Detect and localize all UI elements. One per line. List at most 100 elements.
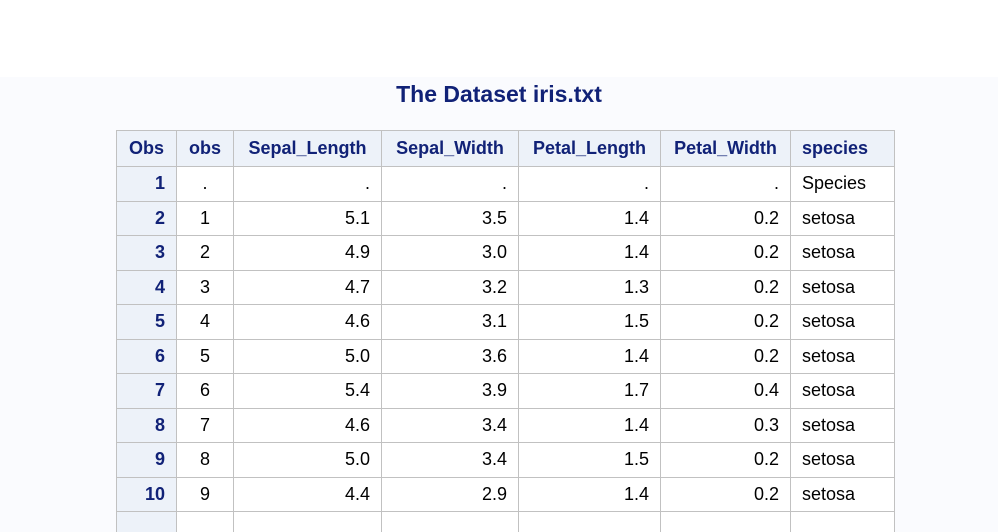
cell-sepal-width: 3.6 xyxy=(381,338,519,374)
cell-obs: 2 xyxy=(176,235,234,271)
cell-obs: 5 xyxy=(176,338,234,374)
cell-species: setosa xyxy=(790,200,895,236)
cell-petal-width: 0.2 xyxy=(660,338,791,374)
cell-sepal-width: 3.2 xyxy=(381,269,519,305)
page-title: The Dataset iris.txt xyxy=(396,81,602,107)
cell-species xyxy=(790,511,895,532)
cell-sepal-length: 5.1 xyxy=(233,200,382,236)
cell-sepal-width: 3.1 xyxy=(381,304,519,340)
table-row: 4 3 4.7 3.2 1.3 0.2 setosa xyxy=(116,269,895,305)
cell-petal-width: . xyxy=(660,166,791,202)
cell-sepal-length: 4.7 xyxy=(233,269,382,305)
cell-species: Species xyxy=(790,166,895,202)
cell-petal-length: 1.4 xyxy=(518,476,661,512)
cell-petal-width: 0.2 xyxy=(660,476,791,512)
cell-species: setosa xyxy=(790,304,895,340)
table-row: 10 9 4.4 2.9 1.4 0.2 setosa xyxy=(116,476,895,512)
cell-sepal-width: 3.0 xyxy=(381,235,519,271)
cell-petal-width: 0.2 xyxy=(660,235,791,271)
table-row: 2 1 5.1 3.5 1.4 0.2 setosa xyxy=(116,200,895,236)
row-obs-number: 5 xyxy=(116,304,177,340)
cell-petal-length xyxy=(518,511,661,532)
cell-sepal-width: 3.5 xyxy=(381,200,519,236)
row-obs-number: 10 xyxy=(116,476,177,512)
row-obs-number: 4 xyxy=(116,269,177,305)
cell-petal-length: 1.4 xyxy=(518,407,661,443)
cell-species: setosa xyxy=(790,373,895,409)
table-row: 7 6 5.4 3.9 1.7 0.4 setosa xyxy=(116,373,895,409)
cell-petal-width: 0.2 xyxy=(660,269,791,305)
report-content: The Dataset iris.txt Obs obs Sepal_Lengt… xyxy=(0,77,998,532)
row-obs-number: 8 xyxy=(116,407,177,443)
cell-sepal-length: 4.6 xyxy=(233,304,382,340)
cell-obs: 9 xyxy=(176,476,234,512)
top-blank-area xyxy=(0,0,998,77)
cell-sepal-length: 5.0 xyxy=(233,442,382,478)
cell-obs: 3 xyxy=(176,269,234,305)
cell-petal-length: 1.4 xyxy=(518,200,661,236)
cell-species: setosa xyxy=(790,442,895,478)
table-row-partial xyxy=(116,511,895,532)
cell-obs: 8 xyxy=(176,442,234,478)
column-header-petal-width: Petal_Width xyxy=(660,130,791,167)
cell-sepal-width: 3.4 xyxy=(381,407,519,443)
column-header-obs-var: obs xyxy=(176,130,234,167)
cell-petal-length: 1.4 xyxy=(518,235,661,271)
table-row: 3 2 4.9 3.0 1.4 0.2 setosa xyxy=(116,235,895,271)
cell-species: setosa xyxy=(790,235,895,271)
cell-sepal-width: 2.9 xyxy=(381,476,519,512)
cell-species: setosa xyxy=(790,407,895,443)
cell-petal-width: 0.2 xyxy=(660,442,791,478)
column-header-sepal-length: Sepal_Length xyxy=(233,130,382,167)
iris-data-table: Obs obs Sepal_Length Sepal_Width Petal_L… xyxy=(116,130,895,532)
row-obs-number xyxy=(116,511,177,532)
cell-sepal-length: 4.4 xyxy=(233,476,382,512)
cell-sepal-length: 4.6 xyxy=(233,407,382,443)
cell-species: setosa xyxy=(790,338,895,374)
table-row: 8 7 4.6 3.4 1.4 0.3 setosa xyxy=(116,407,895,443)
cell-petal-width: 0.2 xyxy=(660,200,791,236)
cell-petal-width xyxy=(660,511,791,532)
cell-sepal-length: . xyxy=(233,166,382,202)
cell-obs: . xyxy=(176,166,234,202)
cell-petal-length: 1.4 xyxy=(518,338,661,374)
cell-petal-length: . xyxy=(518,166,661,202)
cell-petal-width: 0.4 xyxy=(660,373,791,409)
row-obs-number: 7 xyxy=(116,373,177,409)
cell-sepal-width: 3.4 xyxy=(381,442,519,478)
cell-sepal-width xyxy=(381,511,519,532)
table-row: 9 8 5.0 3.4 1.5 0.2 setosa xyxy=(116,442,895,478)
cell-obs: 4 xyxy=(176,304,234,340)
cell-petal-width: 0.2 xyxy=(660,304,791,340)
cell-sepal-width: . xyxy=(381,166,519,202)
cell-sepal-width: 3.9 xyxy=(381,373,519,409)
cell-petal-length: 1.7 xyxy=(518,373,661,409)
row-obs-number: 2 xyxy=(116,200,177,236)
cell-obs: 6 xyxy=(176,373,234,409)
cell-obs: 1 xyxy=(176,200,234,236)
cell-obs xyxy=(176,511,234,532)
cell-sepal-length xyxy=(233,511,382,532)
column-header-sepal-width: Sepal_Width xyxy=(381,130,519,167)
row-obs-number: 9 xyxy=(116,442,177,478)
table-row: 1 . . . . . Species xyxy=(116,166,895,202)
cell-obs: 7 xyxy=(176,407,234,443)
table-header-row: Obs obs Sepal_Length Sepal_Width Petal_L… xyxy=(116,130,895,167)
cell-species: setosa xyxy=(790,269,895,305)
column-header-obs: Obs xyxy=(116,130,177,167)
row-obs-number: 3 xyxy=(116,235,177,271)
cell-petal-length: 1.5 xyxy=(518,304,661,340)
column-header-species: species xyxy=(790,130,895,167)
row-obs-number: 6 xyxy=(116,338,177,374)
column-header-petal-length: Petal_Length xyxy=(518,130,661,167)
row-obs-number: 1 xyxy=(116,166,177,202)
cell-petal-width: 0.3 xyxy=(660,407,791,443)
cell-petal-length: 1.5 xyxy=(518,442,661,478)
cell-petal-length: 1.3 xyxy=(518,269,661,305)
cell-sepal-length: 4.9 xyxy=(233,235,382,271)
cell-sepal-length: 5.4 xyxy=(233,373,382,409)
cell-species: setosa xyxy=(790,476,895,512)
table-row: 6 5 5.0 3.6 1.4 0.2 setosa xyxy=(116,338,895,374)
cell-sepal-length: 5.0 xyxy=(233,338,382,374)
table-row: 5 4 4.6 3.1 1.5 0.2 setosa xyxy=(116,304,895,340)
